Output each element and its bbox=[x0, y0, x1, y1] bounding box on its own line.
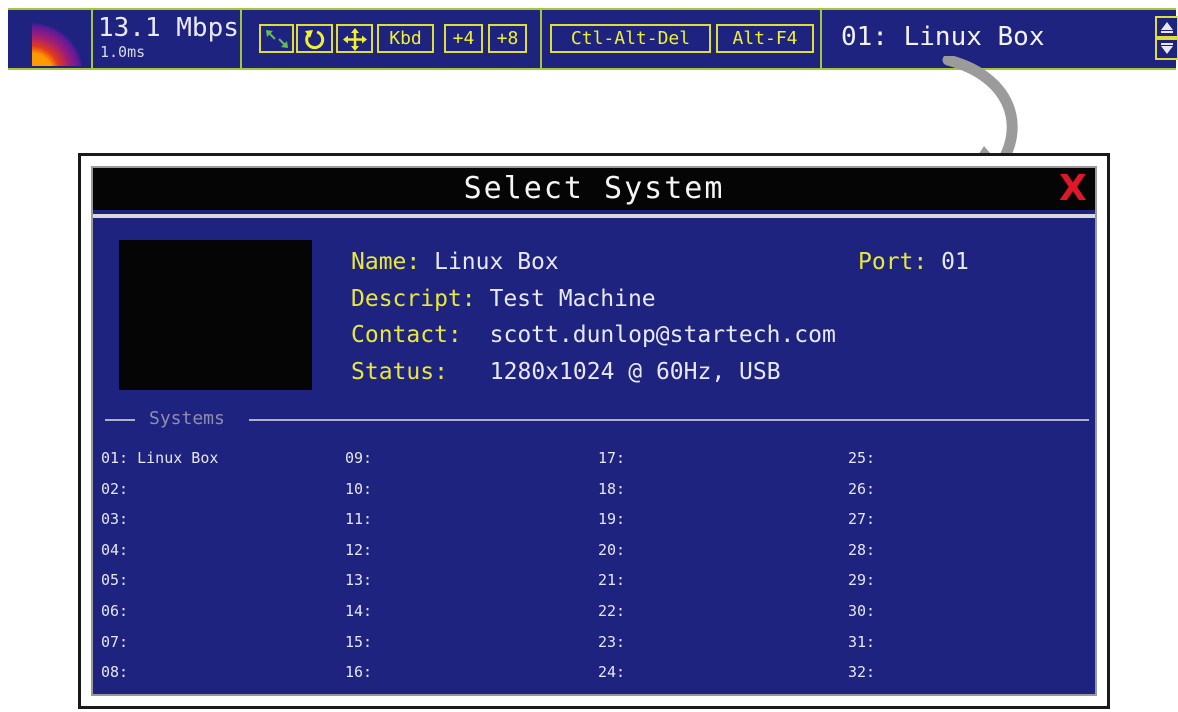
system-slot[interactable]: 14: bbox=[345, 601, 372, 632]
scroll-down-icon bbox=[1161, 43, 1173, 54]
system-slot[interactable]: 03: bbox=[101, 509, 218, 540]
select-cursor-button[interactable] bbox=[259, 24, 294, 53]
system-slot[interactable]: 11: bbox=[345, 509, 372, 540]
systems-column: 25: 26: 27: 28: 29: 30: 31: 32: bbox=[848, 448, 875, 693]
descript-key: Descript: bbox=[351, 286, 476, 312]
system-slot[interactable]: 21: bbox=[598, 570, 625, 601]
systems-divider bbox=[249, 419, 1089, 421]
system-slot[interactable]: 16: bbox=[345, 662, 372, 693]
system-slot[interactable]: 08: bbox=[101, 662, 218, 693]
system-slot[interactable]: 19: bbox=[598, 509, 625, 540]
select-cursor-icon bbox=[265, 30, 288, 48]
refresh-icon bbox=[304, 30, 324, 50]
systems-section-title: Systems bbox=[149, 408, 225, 429]
system-slot[interactable]: 05: bbox=[101, 570, 218, 601]
move-icon bbox=[342, 28, 367, 51]
scroll-down-button[interactable] bbox=[1155, 38, 1178, 60]
logo-icon bbox=[32, 12, 89, 66]
toolbar-divider bbox=[240, 10, 242, 68]
refresh-button[interactable] bbox=[296, 24, 333, 53]
system-slot[interactable]: 26: bbox=[848, 479, 875, 510]
system-slot[interactable]: 12: bbox=[345, 540, 372, 571]
systems-column: 01: Linux Box 02: 03: 04: 05: 06: 07: 08: bbox=[101, 448, 218, 693]
alt-f4-button[interactable]: Alt-F4 bbox=[716, 24, 814, 53]
system-slot[interactable]: 17: bbox=[598, 448, 625, 479]
system-slot[interactable]: 27: bbox=[848, 509, 875, 540]
systems-divider bbox=[105, 419, 135, 421]
dialog-title: Select System bbox=[463, 171, 725, 206]
ctrl-alt-del-button[interactable]: Ctl-Alt-Del bbox=[550, 24, 711, 53]
system-slot[interactable]: 01: Linux Box bbox=[101, 448, 218, 479]
toolbar-divider bbox=[91, 10, 93, 68]
descript-value: Test Machine bbox=[489, 286, 656, 312]
scroll-up-button[interactable] bbox=[1155, 16, 1178, 38]
dialog-panel: Select System X Name: Linux Box Port: 01… bbox=[91, 166, 1097, 696]
info-name-row: Name: Linux Box bbox=[351, 247, 559, 277]
system-slot[interactable]: 09: bbox=[345, 448, 372, 479]
systems-column: 09: 10: 11: 12: 13: 14: 15: 16: bbox=[345, 448, 372, 693]
system-slot[interactable]: 24: bbox=[598, 662, 625, 693]
title-divider bbox=[93, 214, 1095, 218]
port-key: Port: bbox=[858, 249, 928, 275]
system-preview bbox=[119, 240, 312, 390]
system-slot[interactable]: 22: bbox=[598, 601, 625, 632]
port-value: 01 bbox=[941, 249, 969, 275]
status-key: Status: bbox=[351, 359, 448, 385]
info-port-row: Port: 01 bbox=[858, 247, 969, 277]
name-key: Name: bbox=[351, 249, 421, 275]
system-slot[interactable]: 23: bbox=[598, 632, 625, 663]
latency-readout: 1.0ms bbox=[100, 43, 146, 61]
connection-speed: 13.1 Mbps bbox=[98, 13, 239, 43]
toolbar-divider bbox=[540, 10, 542, 68]
scroll-up-icon bbox=[1161, 22, 1173, 33]
system-slot[interactable]: 04: bbox=[101, 540, 218, 571]
system-slot[interactable]: 06: bbox=[101, 601, 218, 632]
select-system-dialog: Select System X Name: Linux Box Port: 01… bbox=[78, 153, 1110, 709]
contact-value: scott.dunlop@startech.com bbox=[489, 322, 836, 348]
system-slot[interactable]: 10: bbox=[345, 479, 372, 510]
system-slot[interactable]: 25: bbox=[848, 448, 875, 479]
close-icon[interactable]: X bbox=[1059, 168, 1087, 210]
system-slot[interactable]: 31: bbox=[848, 632, 875, 663]
plus4-button[interactable]: +4 bbox=[444, 24, 483, 53]
move-button[interactable] bbox=[336, 24, 373, 53]
info-descript-row: Descript: Test Machine bbox=[351, 284, 656, 314]
toolbar-divider bbox=[820, 10, 822, 68]
system-slot[interactable]: 29: bbox=[848, 570, 875, 601]
info-status-row: Status: 1280x1024 @ 60Hz, USB bbox=[351, 357, 781, 387]
keyboard-button[interactable]: Kbd bbox=[377, 24, 434, 53]
system-slot[interactable]: 15: bbox=[345, 632, 372, 663]
system-slot[interactable]: 07: bbox=[101, 632, 218, 663]
info-contact-row: Contact: scott.dunlop@startech.com bbox=[351, 320, 836, 350]
contact-key: Contact: bbox=[351, 322, 462, 348]
dialog-title-bar: Select System X bbox=[93, 168, 1095, 210]
system-slot[interactable]: 28: bbox=[848, 540, 875, 571]
system-slot[interactable]: 18: bbox=[598, 479, 625, 510]
system-slot[interactable]: 13: bbox=[345, 570, 372, 601]
name-value: Linux Box bbox=[434, 249, 559, 275]
system-slot[interactable]: 30: bbox=[848, 601, 875, 632]
system-slot[interactable]: 02: bbox=[101, 479, 218, 510]
plus8-button[interactable]: +8 bbox=[488, 24, 527, 53]
status-value: 1280x1024 @ 60Hz, USB bbox=[489, 359, 781, 385]
system-slot[interactable]: 32: bbox=[848, 662, 875, 693]
systems-column: 17: 18: 19: 20: 21: 22: 23: 24: bbox=[598, 448, 625, 693]
system-slot[interactable]: 20: bbox=[598, 540, 625, 571]
current-system-label[interactable]: 01: Linux Box bbox=[841, 18, 1045, 56]
